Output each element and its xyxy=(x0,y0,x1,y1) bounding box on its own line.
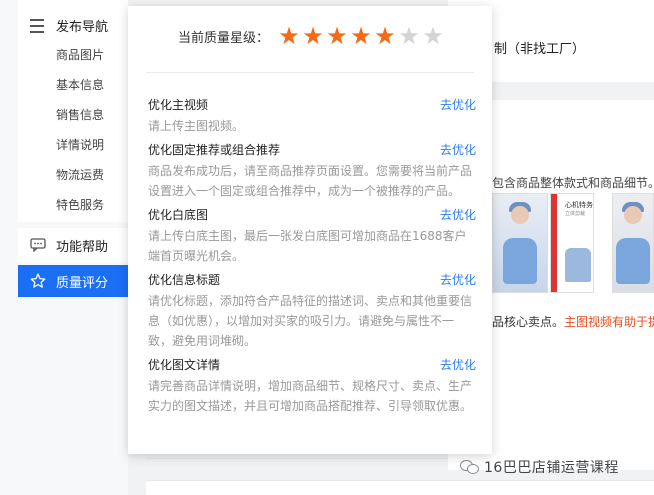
nav-item-sales-info[interactable]: 销售信息 xyxy=(56,106,104,123)
nav-item-special-service[interactable]: 特色服务 xyxy=(56,196,104,213)
rating-label: 当前质量星级： xyxy=(178,30,270,46)
suggestion-desc: 请完善商品详情说明，增加商品细节、规格尺寸、卖点、生产实力的图文描述，并且可增加… xyxy=(148,379,473,413)
suggestion-recommendation: 优化固定推荐或组合推荐 商品发布成功后，请至商品推荐页面设置。您需要将当前产品设… xyxy=(148,141,476,201)
background-top-text: 制（非找工厂） xyxy=(494,42,586,57)
product-thumbnail[interactable] xyxy=(492,193,548,293)
divider xyxy=(146,72,474,73)
publish-nav-title: 发布导航 xyxy=(56,20,109,35)
quality-score-label: 质量评分 xyxy=(56,275,109,291)
thumbnail-subtitle: 立体剪裁 xyxy=(565,211,586,217)
suggestion-title: 优化图文详情 xyxy=(148,358,221,372)
suggestion-title: 优化白底图 xyxy=(148,208,209,222)
video-hint-highlight: 主图视频有助于提 xyxy=(564,315,654,329)
suggestion-main-video: 优化主视频 请上传主图视频。 去优化 xyxy=(148,96,476,136)
background-bottom-panel xyxy=(146,480,654,495)
optimize-link[interactable]: 去优化 xyxy=(440,206,476,224)
thumbnail-title: 心机特务套装 xyxy=(565,201,593,209)
nav-item-basic-info[interactable]: 基本信息 xyxy=(56,76,104,93)
suggestion-title-info: 优化信息标题 请优化标题，添加符合产品特征的描述词、卖点和其他重要信息（如优惠）… xyxy=(148,271,476,351)
help-button[interactable]: 功能帮助 xyxy=(18,228,128,262)
optimize-link[interactable]: 去优化 xyxy=(440,141,476,159)
video-hint-text: 品核心卖点。主图视频有助于提 xyxy=(492,313,654,330)
suggestion-title: 优化信息标题 xyxy=(148,273,221,287)
suggestion-title: 优化主视频 xyxy=(148,98,209,112)
watermark: 16巴巴店铺运营课程 xyxy=(460,457,619,477)
suggestion-title: 优化固定推荐或组合推荐 xyxy=(148,143,281,157)
suggestion-desc: 请优化标题，添加符合产品特征的描述词、卖点和其他重要信息（如优惠），以增加对买家… xyxy=(148,294,473,348)
star-filled-icon: ★ xyxy=(374,22,396,50)
nav-item-logistics[interactable]: 物流运费 xyxy=(56,166,104,183)
publish-nav: 发布导航 商品图片 基本信息 销售信息 详情说明 物流运费 特色服务 xyxy=(18,0,128,222)
suggestion-desc: 请上传主图视频。 xyxy=(148,119,245,133)
star-filled-icon: ★ xyxy=(326,22,348,50)
product-thumbnail[interactable]: 心机特务套装 立体剪裁 xyxy=(550,193,594,293)
suggestion-desc: 商品发布成功后，请至商品推荐页面设置。您需要将当前产品设置进入一个固定或组合推荐… xyxy=(148,164,473,198)
list-icon xyxy=(30,18,46,33)
star-empty-icon: ★ xyxy=(398,22,420,50)
star-empty-icon: ★ xyxy=(422,22,444,50)
star-outline-icon xyxy=(30,273,46,288)
product-thumbnail[interactable] xyxy=(612,193,654,293)
suggestion-detail-content: 优化图文详情 请完善商品详情说明，增加商品细节、规格尺寸、卖点、生产实力的图文描… xyxy=(148,356,476,416)
optimize-link[interactable]: 去优化 xyxy=(440,356,476,374)
suggestion-white-background: 优化白底图 请上传白底主图，最后一张发白底图可增加商品在1688客户端首页曝光机… xyxy=(148,206,476,266)
quality-score-button[interactable]: 质量评分 xyxy=(18,265,128,297)
chat-icon xyxy=(30,238,46,252)
image-hint-text: 包含商品整体款式和商品细节。 xyxy=(492,176,654,190)
optimize-link[interactable]: 去优化 xyxy=(440,271,476,289)
nav-item-detail-desc[interactable]: 详情说明 xyxy=(56,136,104,153)
star-filled-icon: ★ xyxy=(302,22,324,50)
left-sidebar: 发布导航 商品图片 基本信息 销售信息 详情说明 物流运费 特色服务 功能帮助 … xyxy=(0,0,128,495)
suggestion-desc: 请上传白底主图，最后一张发白底图可增加商品在1688客户端首页曝光机会。 xyxy=(148,229,467,263)
nav-item-product-images[interactable]: 商品图片 xyxy=(56,46,104,63)
divider xyxy=(146,458,448,459)
optimize-link[interactable]: 去优化 xyxy=(440,96,476,114)
star-filled-icon: ★ xyxy=(278,22,300,50)
quality-score-popup: 当前质量星级： ★ ★ ★ ★ ★ ★ ★ 优化主视频 请上传主图视频。 去优化 优化固定推… xyxy=(128,6,492,454)
help-label: 功能帮助 xyxy=(56,239,109,255)
star-filled-icon: ★ xyxy=(350,22,372,50)
quality-rating: 当前质量星级： ★ ★ ★ ★ ★ ★ ★ xyxy=(178,24,445,48)
wechat-icon xyxy=(460,459,480,475)
star-rating: ★ ★ ★ ★ ★ ★ ★ xyxy=(277,24,445,48)
publish-nav-header[interactable]: 发布导航 xyxy=(30,16,108,35)
watermark-label: 16巴巴店铺运营课程 xyxy=(484,460,619,476)
